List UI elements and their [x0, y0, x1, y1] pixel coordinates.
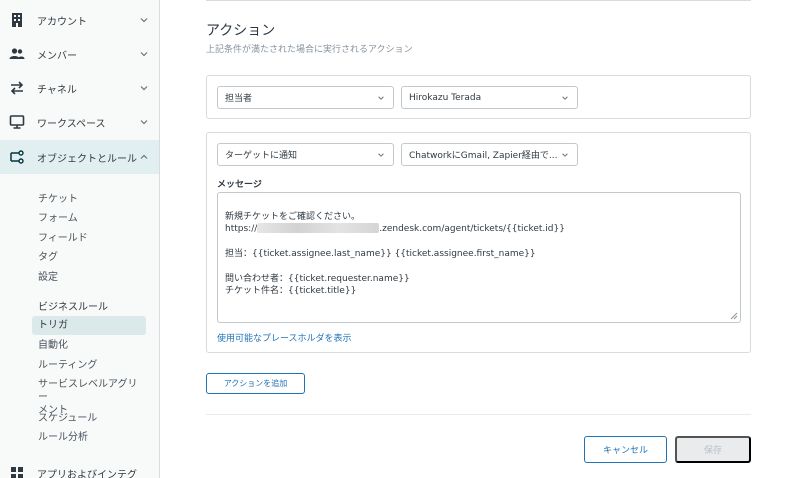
section-divider — [206, 0, 751, 1]
nav-apps-integrations[interactable]: アプリおよびインテグ — [0, 456, 159, 478]
save-button[interactable]: 保存 — [675, 436, 751, 463]
apps-grid-icon — [9, 465, 25, 478]
nav-members-label: メンバー — [37, 50, 77, 62]
sidebar: アカウント メンバー チャネル ワークスペース オブジェクトとルール チケット … — [0, 0, 160, 478]
sidebar-item-tickets[interactable]: チケット — [32, 193, 146, 206]
action-field-select-2[interactable]: ターゲットに通知 — [217, 143, 394, 166]
redacted-subdomain — [257, 223, 380, 234]
nav-channels[interactable]: チャネル — [0, 71, 159, 105]
arrows-swap-icon — [9, 80, 25, 96]
message-textarea[interactable]: 新規チケットをご確認ください。 https:// .zendesk.com/age… — [217, 192, 741, 323]
cancel-button[interactable]: キャンセル — [584, 436, 667, 463]
sidebar-item-triggers[interactable]: トリガ — [32, 316, 146, 335]
nav-account[interactable]: アカウント — [0, 3, 159, 37]
chevron-up-icon — [140, 154, 148, 159]
action-field-select-2-value: ターゲットに通知 — [225, 151, 298, 161]
action-value-select-2[interactable]: ChatworkにGmail, Zapier経由で... — [401, 143, 578, 166]
action-field-select-1-value: 担当者 — [225, 94, 253, 104]
action-value-select-1[interactable]: Hirokazu Terada — [401, 86, 578, 109]
nav-apps-integrations-label: アプリおよびインテグ — [37, 469, 137, 478]
chevron-down-icon — [140, 18, 148, 23]
sidebar-item-tags[interactable]: タグ — [32, 251, 146, 264]
message-line: https:// .zendesk.com/agent/tickets/{{tic… — [225, 223, 733, 235]
sidebar-item-rule-analysis[interactable]: ルール分析 — [32, 431, 146, 444]
message-url-prefix: https:// — [225, 224, 258, 235]
message-line: 担当：{{ticket.assignee.last_name}} {{ticke… — [225, 249, 536, 260]
nav-workspaces-label: ワークスペース — [37, 118, 106, 130]
footer-divider — [206, 414, 751, 415]
chevron-down-icon — [140, 52, 148, 57]
message-line: 新規チケットをご確認ください。 — [225, 212, 361, 222]
sidebar-item-routing[interactable]: ルーティング — [32, 359, 146, 372]
chevron-down-icon — [140, 86, 148, 91]
nav-channels-label: チャネル — [37, 84, 77, 96]
placeholders-link[interactable]: 使用可能なプレースホルダを表示 — [217, 331, 352, 344]
sidebar-item-automations[interactable]: 自動化 — [32, 339, 146, 352]
monitor-icon — [9, 114, 25, 130]
sidebar-heading-business-rules: ビジネスルール — [38, 302, 108, 313]
chevron-down-icon — [562, 96, 568, 100]
sidebar-item-schedules[interactable]: スケジュール — [32, 412, 146, 425]
message-line: 問い合わせ者：{{ticket.requester.name}} — [225, 273, 410, 284]
action-value-select-2-value: ChatworkにGmail, Zapier経由で... — [409, 151, 558, 161]
action-field-select-1[interactable]: 担当者 — [217, 86, 394, 109]
building-icon — [9, 12, 25, 28]
chevron-down-icon — [140, 120, 148, 125]
action-value-select-1-value: Hirokazu Terada — [409, 92, 482, 103]
page-title: アクション — [206, 23, 276, 39]
message-url-suffix: .zendesk.com/agent/tickets/{{ticket.id}} — [379, 224, 565, 235]
objects-rules-icon — [9, 149, 25, 165]
chevron-down-icon — [378, 153, 384, 157]
resize-handle-icon[interactable] — [730, 312, 738, 320]
nav-objects-rules[interactable]: オブジェクトとルール — [0, 140, 159, 174]
nav-objects-rules-label: オブジェクトとルール — [37, 153, 137, 165]
add-action-button[interactable]: アクションを追加 — [206, 373, 305, 394]
message-line: チケット件名：{{ticket.title}} — [225, 286, 357, 297]
chevron-down-icon — [378, 96, 384, 100]
nav-workspaces[interactable]: ワークスペース — [0, 105, 159, 139]
nav-members[interactable]: メンバー — [0, 37, 159, 71]
nav-account-label: アカウント — [37, 16, 87, 28]
message-label: メッセージ — [217, 180, 262, 190]
page-subtitle: 上記条件が満たされた場合に実行されるアクション — [206, 45, 413, 55]
chevron-down-icon — [562, 153, 568, 157]
sidebar-item-settings[interactable]: 設定 — [32, 271, 146, 284]
people-icon — [9, 46, 25, 62]
sidebar-item-fields[interactable]: フィールド — [32, 232, 146, 245]
sidebar-item-sla-line1: サービスレベルアグリー — [38, 379, 138, 403]
sidebar-item-forms[interactable]: フォーム — [32, 212, 146, 225]
